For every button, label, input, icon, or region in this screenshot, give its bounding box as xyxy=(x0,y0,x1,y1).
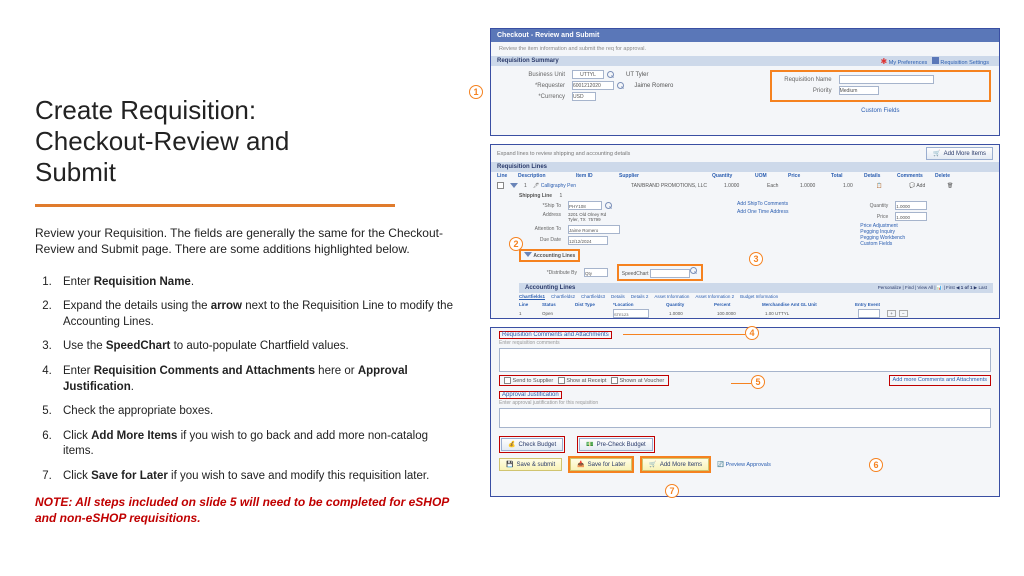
comments-textarea[interactable] xyxy=(499,348,991,372)
location-input[interactable]: STE123 xyxy=(613,309,649,318)
duedate-input[interactable]: 12/12/2024 xyxy=(568,236,608,245)
step-1: Enter Requisition Name. xyxy=(55,275,455,291)
step-4: Enter Requisition Comments and Attachmen… xyxy=(55,364,455,395)
req-name-input[interactable] xyxy=(839,75,934,84)
save-for-later-button[interactable]: 📥 Save for Later xyxy=(570,458,632,471)
step-7: Click Save for Later if you wish to save… xyxy=(55,469,455,485)
add-onetime-address-link[interactable]: Add One Time Address xyxy=(737,209,788,215)
precheck-budget-button[interactable]: 💵 Pre-Check Budget xyxy=(579,438,653,451)
step-3: Use the SpeedChart to auto-populate Char… xyxy=(55,339,455,355)
bu-input[interactable]: UTTYL xyxy=(572,70,604,79)
add-more-comments-link[interactable]: Add more Comments and Attachments xyxy=(889,375,991,386)
search-icon[interactable] xyxy=(690,267,698,275)
callout-1: 1 xyxy=(469,85,483,99)
price-input[interactable]: 1.0000 xyxy=(895,212,927,221)
custom-fields-link[interactable]: Custom Fields xyxy=(861,108,899,114)
callout-2: 2 xyxy=(509,237,523,251)
page-title: Create Requisition: Checkout-Review and … xyxy=(35,95,455,189)
send-supplier-checkbox[interactable] xyxy=(504,377,511,384)
panel1-header: Checkout - Review and Submit xyxy=(491,29,999,42)
my-preferences-link[interactable]: My Preferences xyxy=(889,60,928,66)
tab-chartfields1[interactable]: Chartfields1 xyxy=(519,294,545,299)
panel-req-lines: 2 3 Expand lines to review shipping and … xyxy=(490,144,1000,319)
preview-approvals-link[interactable]: Preview Approvals xyxy=(726,462,771,468)
add-more-items-button-2[interactable]: 🛒 Add More Items xyxy=(642,458,709,471)
callout-6: 6 xyxy=(869,458,883,472)
currency-input[interactable]: USD xyxy=(572,92,596,101)
save-submit-button[interactable]: 💾 Save & submit xyxy=(499,458,562,471)
approval-justification-heading: Approval Justification xyxy=(499,391,562,399)
accounting-expand-icon[interactable] xyxy=(524,252,532,257)
shipto-input[interactable]: PHY108 xyxy=(568,201,602,210)
add-shipto-comments-link[interactable]: Add ShipTo Comments xyxy=(737,201,788,207)
distribute-select[interactable]: Qty xyxy=(584,268,608,277)
attention-input[interactable]: Jaime Romero xyxy=(568,225,620,234)
show-receipt-checkbox[interactable] xyxy=(558,377,565,384)
line-checkbox[interactable] xyxy=(497,182,504,189)
check-budget-button[interactable]: 💰 Check Budget xyxy=(501,438,563,451)
callout-4: 4 xyxy=(745,326,759,340)
justification-textarea[interactable] xyxy=(499,408,991,428)
expand-icon[interactable] xyxy=(510,183,518,188)
search-icon[interactable] xyxy=(605,202,613,210)
step-5: Check the appropriate boxes. xyxy=(55,404,455,420)
add-more-items-button[interactable]: 🛒 Add More Items xyxy=(926,147,993,160)
intro-text: Review your Requisition. The fields are … xyxy=(35,225,455,257)
shown-voucher-checkbox[interactable] xyxy=(611,377,618,384)
req-settings-link[interactable]: Requisition Settings xyxy=(940,60,989,66)
step-2: Expand the details using the arrow next … xyxy=(55,299,455,330)
panel-checkout-summary: 1 Checkout - Review and Submit Review th… xyxy=(490,28,1000,136)
callout-7: 7 xyxy=(665,484,679,498)
search-icon[interactable] xyxy=(607,71,615,79)
title-divider xyxy=(35,204,395,207)
req-comments-heading: Requisition Comments and Attachments xyxy=(499,331,612,339)
search-icon[interactable] xyxy=(617,82,625,90)
steps-list: Enter Requisition Name. Expand the detai… xyxy=(35,275,455,484)
qty-input[interactable]: 1.0000 xyxy=(895,201,927,210)
speedchart-input[interactable] xyxy=(650,269,690,278)
note-text: NOTE: All steps included on slide 5 will… xyxy=(35,494,455,526)
requester-input[interactable]: 6001212020 xyxy=(572,81,614,90)
callout-3: 3 xyxy=(749,252,763,266)
priority-select[interactable]: Medium xyxy=(839,86,879,95)
step-6: Click Add More Items if you wish to go b… xyxy=(55,429,455,460)
panel-comments: 4 5 6 7 Requisition Comments and Attachm… xyxy=(490,327,1000,497)
callout-5: 5 xyxy=(751,375,765,389)
